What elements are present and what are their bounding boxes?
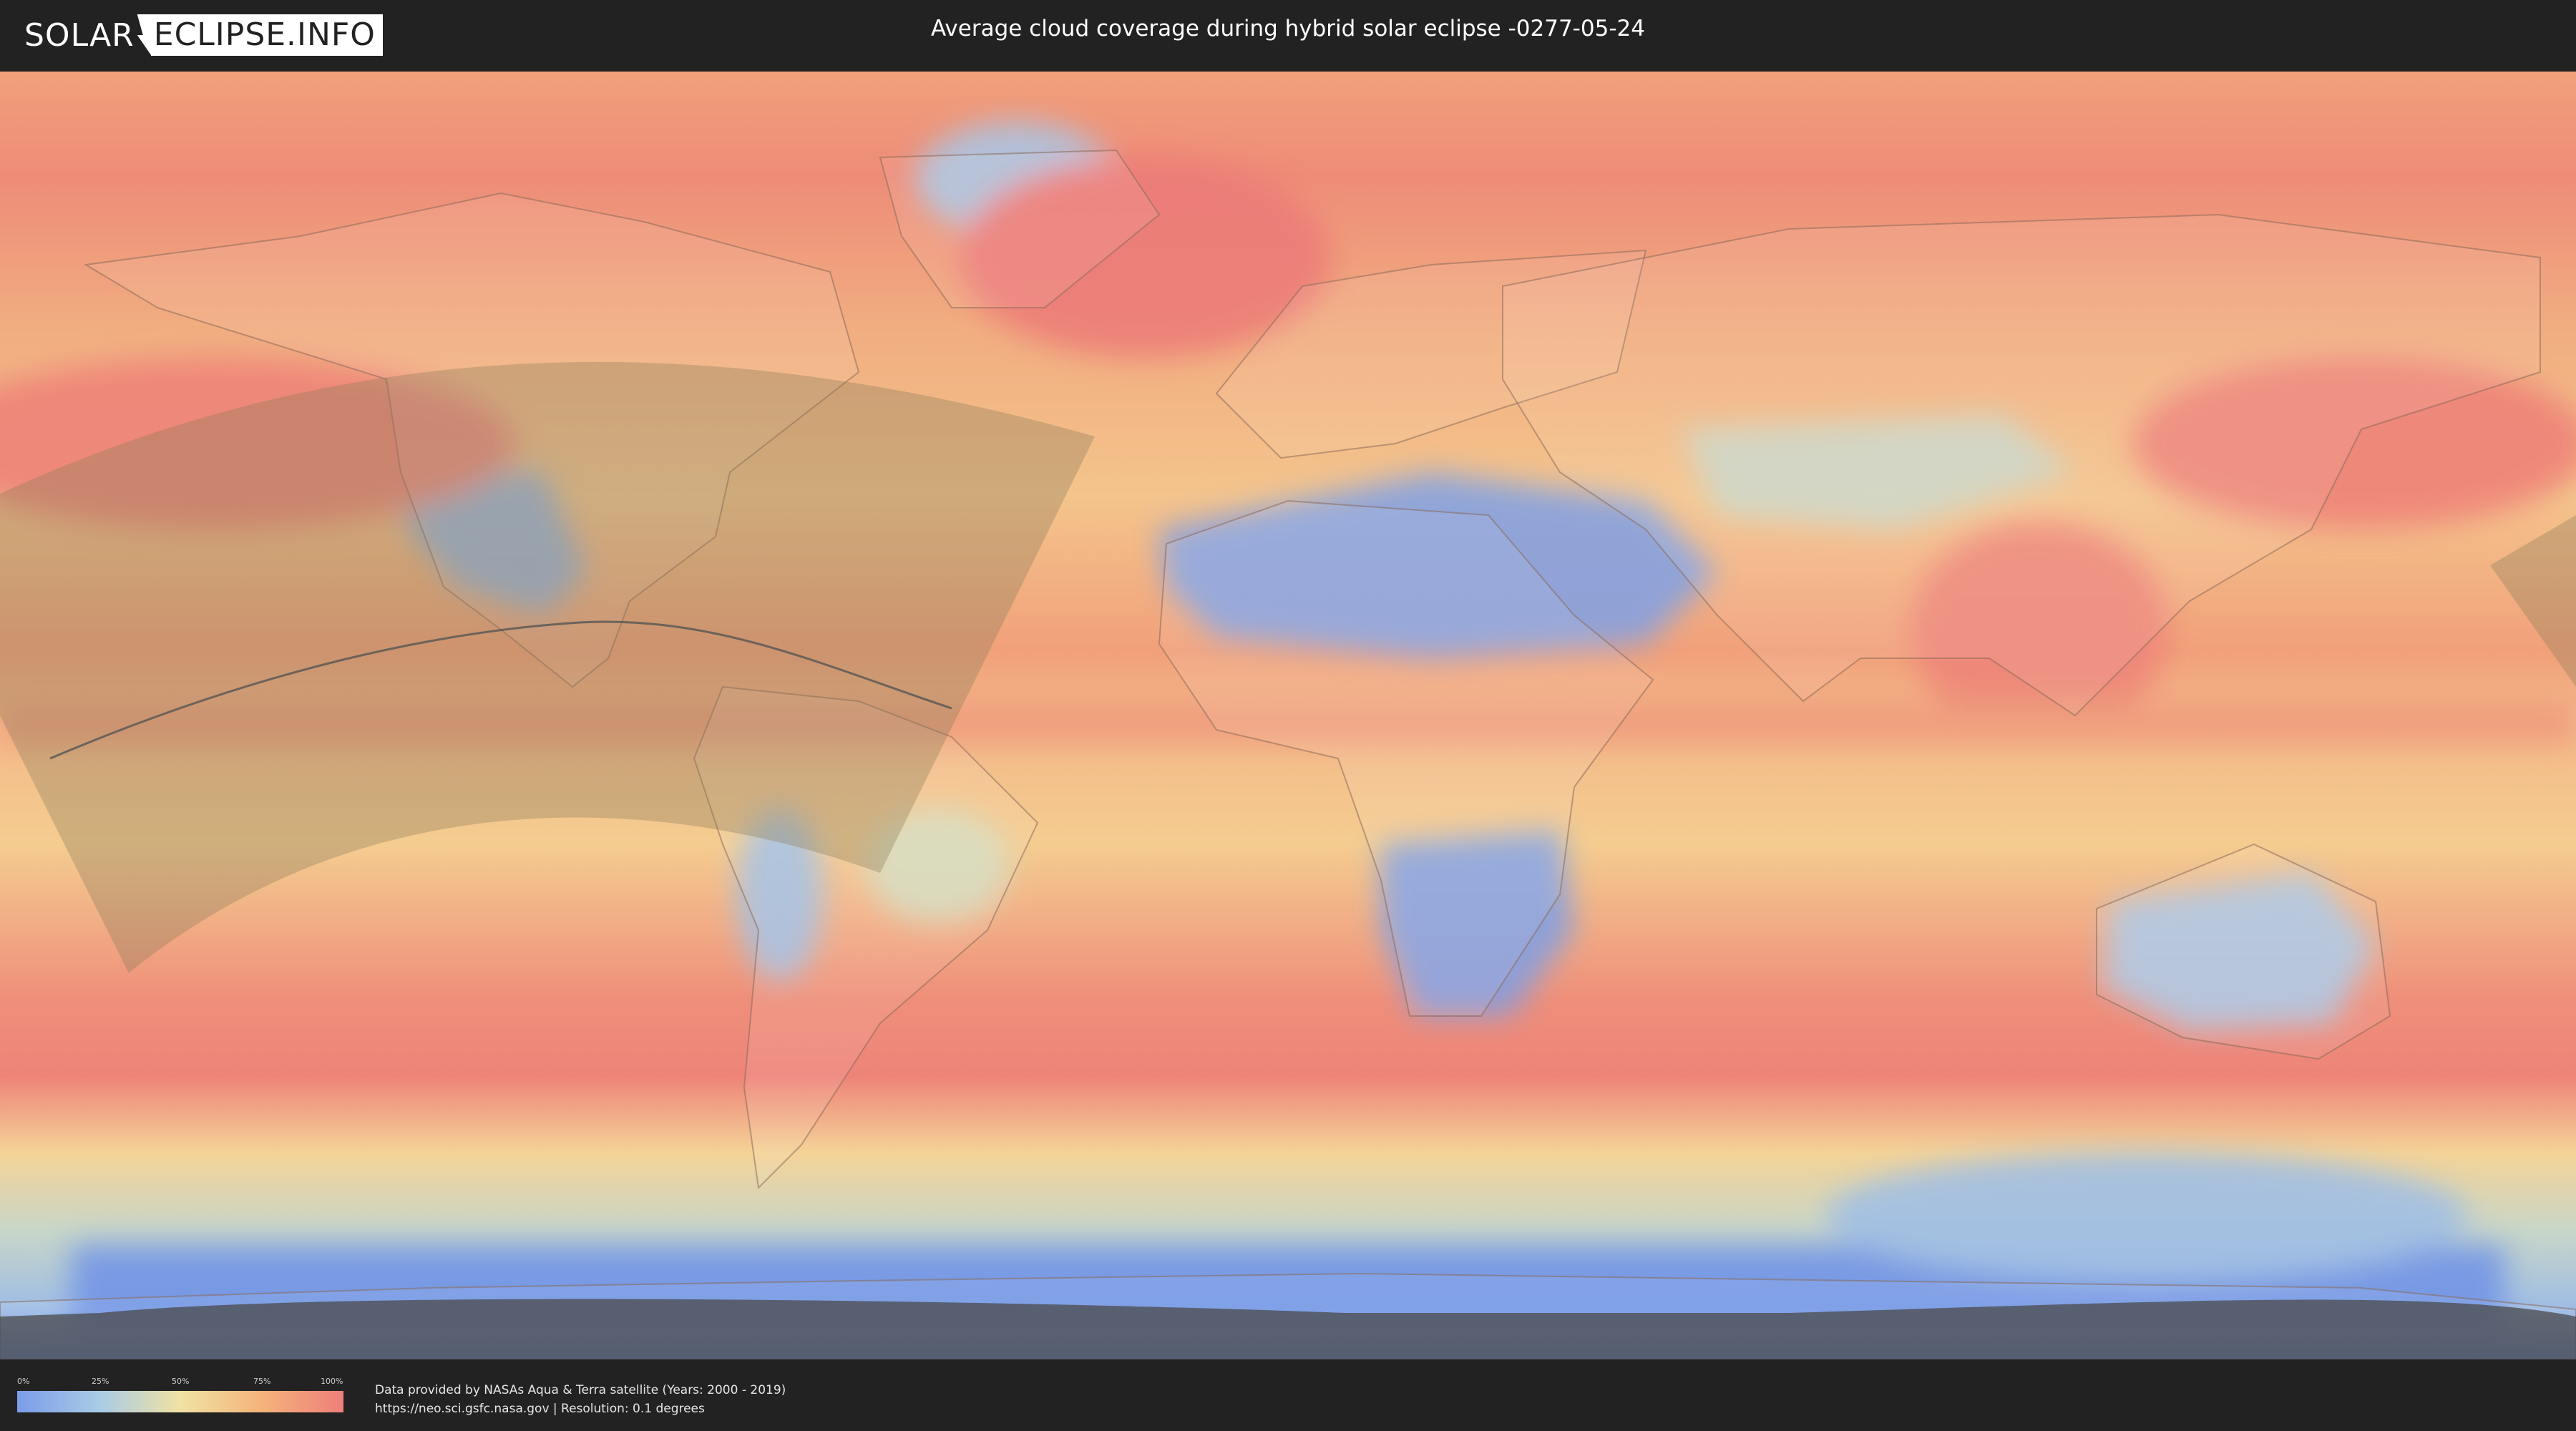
legend-tick-50: 50% <box>172 1377 190 1386</box>
legend-tick-75: 75% <box>253 1377 271 1386</box>
legend-tick-100: 100% <box>321 1377 343 1386</box>
legend-tick-25: 25% <box>92 1377 109 1386</box>
legend-color-bar <box>17 1391 343 1412</box>
legend-tick-0: 0% <box>17 1377 30 1386</box>
cloud-coverage-map[interactable] <box>0 72 2576 1359</box>
header-bar: SOLAR ECLIPSE.INFO Average cloud coverag… <box>0 0 2576 72</box>
footer-bar: 0% 25% 50% 75% 100% Data provided by NAS… <box>0 1359 2576 1431</box>
page-title: Average cloud coverage during hybrid sol… <box>931 16 1645 41</box>
cloud-coverage-legend: 0% 25% 50% 75% 100% <box>17 1377 343 1417</box>
map-canvas <box>0 72 2576 1359</box>
credit-line-2: https://neo.sci.gsfc.nasa.gov | Resoluti… <box>375 1402 705 1416</box>
data-credits: Data provided by NASAs Aqua & Terra sate… <box>375 1381 786 1418</box>
legend-ticks: 0% 25% 50% 75% 100% <box>17 1377 343 1390</box>
credit-line-1: Data provided by NASAs Aqua & Terra sate… <box>375 1383 786 1397</box>
